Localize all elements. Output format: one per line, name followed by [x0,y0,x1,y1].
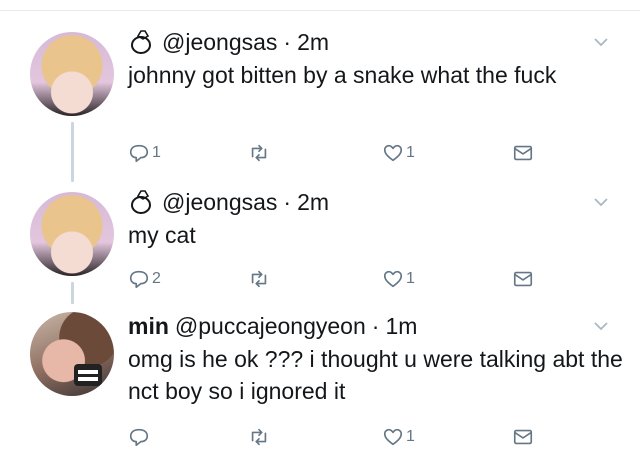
tweet-text: omg is he ok ??? i thought u were talkin… [128,346,623,404]
retweet-button[interactable] [248,424,272,450]
reply-icon [129,428,149,447]
avatar-detail [74,364,102,386]
separator-dot: · [371,312,380,339]
author-name[interactable]: min [128,313,169,340]
reply-button[interactable] [128,424,152,450]
avatar[interactable] [30,312,114,396]
retweet-icon [251,428,267,446]
dm-button[interactable] [512,424,534,450]
author-handle[interactable]: @puccajeongyeon [175,313,366,340]
like-button[interactable]: 1 [382,424,415,450]
timestamp[interactable]: 1m [385,313,417,340]
envelope-icon [513,429,533,445]
action-bar: 1 [128,424,628,450]
tweet-3[interactable]: min @puccajeongyeon · 1m omg is he ok ??… [0,0,640,466]
tweet-header: min @puccajeongyeon · 1m [128,312,417,340]
chevron-down-icon[interactable] [593,320,609,332]
like-count: 1 [406,428,415,445]
heart-icon [383,428,403,446]
